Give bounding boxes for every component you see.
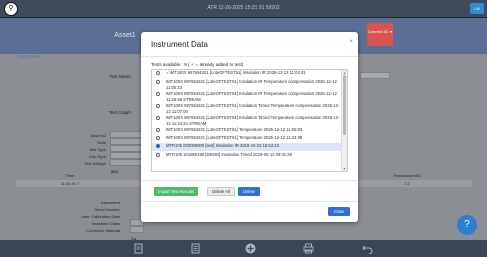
radio-icon[interactable] [156, 116, 160, 120]
test-option[interactable]: IMT100X 987654321 [LoteOFTEST51] Insulat… [152, 103, 343, 114]
test-option[interactable]: ✓IMT100X 987654321 [LoteOFTEST51] Insula… [152, 70, 343, 76]
scrollbar[interactable]: ▴ ▾ [341, 70, 347, 171]
resistance-value: 2.2 [404, 181, 410, 186]
test-option-label: IMT100X 987654321 [LoteOFTEST51] Insulat… [166, 115, 340, 126]
radio-icon[interactable] [156, 71, 160, 75]
list-icon[interactable] [190, 243, 201, 254]
test-type-value-cell: Insulation [110, 145, 144, 160]
radio-icon[interactable] [156, 153, 160, 157]
conductor-material-label: Conductor Material [86, 228, 120, 233]
test-option-label: IMT100X 987654321 [LoteOFTEST51] Insulat… [166, 103, 340, 114]
test-option-label: IMT100X 987654321 [LoteOFTEST51] Insulat… [166, 91, 337, 102]
back-icon[interactable] [362, 243, 373, 255]
conductor-material-value-cell: Cu [130, 226, 144, 241]
test-option[interactable]: IMT100X 987654321 [LoteOFTEST51] Insulat… [152, 79, 343, 90]
help-button[interactable]: ? [457, 215, 477, 235]
modal-divider [141, 201, 358, 202]
test-option[interactable]: IMT100X 987654321 [LoteOFTEST51] Tempera… [152, 135, 343, 141]
test-name-field[interactable] [360, 72, 390, 79]
time-header: Time [65, 173, 75, 178]
close-icon[interactable]: × [349, 39, 353, 45]
date-value-cell: 2025-12-12 [110, 138, 144, 153]
bottom-nav [0, 240, 487, 257]
scroll-down-icon[interactable]: ▾ [342, 166, 347, 171]
sub-type-label: Sub Type [89, 154, 106, 159]
close-button[interactable]: Close [328, 207, 350, 216]
test-option-label: IMT100X 987654321 [LoteOFTEST51] Tempera… [166, 135, 303, 140]
test-name-label: Test Name: [109, 74, 132, 79]
test-graph-label: Test Graph: [108, 110, 132, 115]
resistance-header: Resistance MΩ [393, 173, 421, 178]
time-value: 11:04:41.7 [60, 181, 80, 186]
test-option[interactable]: IMT100X 987654321 [LoteOFTEST51] Insulat… [152, 115, 343, 126]
top-bar: ⚲ ATR 11-26-2025 15:21 51 59502 LM [0, 0, 487, 18]
add-icon[interactable] [245, 243, 256, 254]
test-option-label: MTR105 101880190 [DEMO] Insulation Timed… [166, 152, 292, 157]
radio-icon[interactable] [156, 92, 160, 96]
calibration-date-label: Instr. Calibration Date [81, 214, 120, 219]
radio-icon[interactable] [156, 128, 160, 132]
serial-number-label: Serial Number [94, 207, 120, 212]
radio-selected-icon[interactable] [156, 144, 160, 148]
date-label: Date [97, 140, 106, 145]
delete-button[interactable]: Delete [238, 187, 260, 196]
delete-all-button[interactable]: Delete All [207, 187, 235, 196]
radio-icon[interactable] [156, 104, 160, 108]
instrument-data-modal: Instrument Data × Tests available : 9 ( … [141, 32, 358, 222]
radio-icon[interactable] [156, 136, 160, 140]
modal-divider [141, 56, 358, 57]
user-badge[interactable]: LM [470, 3, 484, 14]
radio-icon[interactable] [156, 80, 160, 84]
test-voltage-value-cell: 500 [110, 159, 144, 174]
scrollbar-thumb[interactable] [343, 75, 346, 135]
document-icon[interactable] [133, 243, 144, 254]
top-bar-title: ATR 11-26-2025 15:21 51 59502 [207, 5, 280, 11]
import-test-results-button[interactable]: Import Test Results [154, 187, 198, 196]
test-option[interactable]: IMT100X 987654321 [LoteOFTEST51] Insulat… [152, 91, 343, 102]
modal-title: Instrument Data [151, 40, 208, 49]
test-voltage-label: Test Voltage [84, 161, 106, 166]
insulation-class-label: Insulation Class [91, 221, 120, 226]
test-option-label: MTR105 000000000 [test] Insulation IR 20… [166, 143, 279, 148]
breadcrumb-link[interactable]: LGO Demo [18, 54, 41, 59]
test-type-label: Test Type [88, 147, 106, 152]
tests-available-label: Tests available : 9 ( ✓ = already added … [151, 62, 244, 67]
instrument-label: Instrument [101, 200, 120, 205]
asset-id-value-cell: LoteOFTEST51 [110, 131, 144, 146]
test-option-label: IMT100X 987654321 [LoteOFTEST51] Tempera… [166, 127, 303, 132]
asset-id-label: Asset ID [90, 133, 106, 138]
tests-list[interactable]: ✓IMT100X 987654321 [LoteOFTEST51] Insula… [151, 69, 348, 172]
sub-type-value-cell: IR [110, 152, 144, 167]
modal-divider [141, 180, 358, 181]
connect-button[interactable]: Connect ID: ▾ [367, 23, 393, 46]
test-option-label: ✓IMT100X 987654321 [LoteOFTEST51] Insula… [166, 70, 306, 75]
test-option-label: IMT100X 987654321 [LoteOFTEST51] Insulat… [166, 79, 337, 90]
test-option[interactable]: MTR105 101880190 [DEMO] Insulation Timed… [152, 152, 343, 158]
tests-list-inner: ✓IMT100X 987654321 [LoteOFTEST51] Insula… [152, 70, 343, 171]
test-option-selected[interactable]: MTR105 000000000 [test] Insulation IR 20… [152, 143, 343, 151]
test-option[interactable]: IMT100X 987654321 [LoteOFTEST51] Tempera… [152, 127, 343, 133]
print-icon[interactable] [303, 243, 314, 254]
